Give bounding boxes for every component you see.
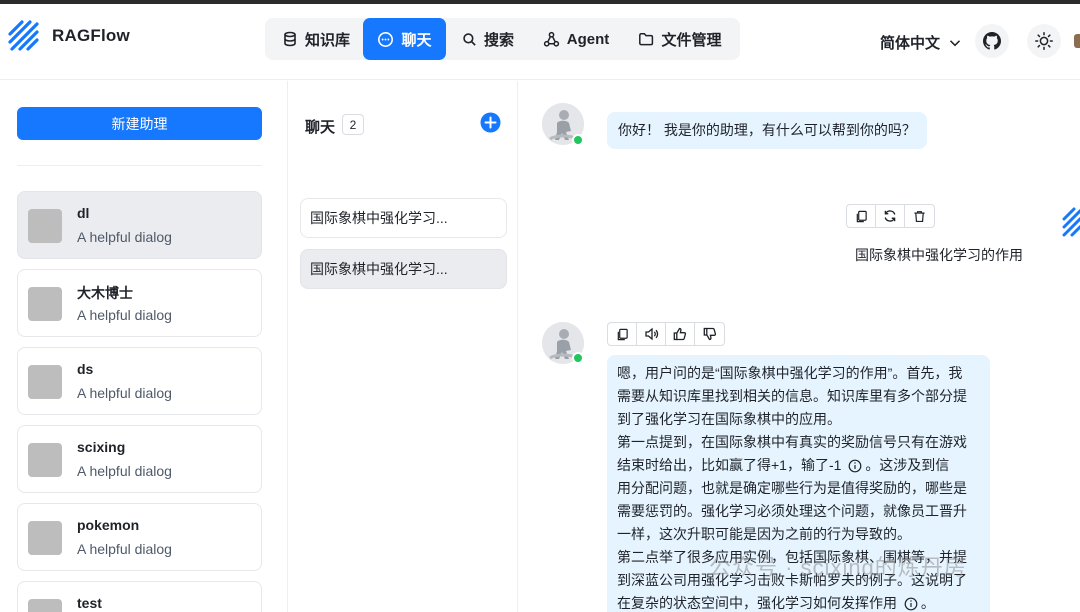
delete-button[interactable] (905, 205, 934, 227)
assistant-avatar (28, 365, 62, 399)
regenerate-button[interactable] (876, 205, 905, 227)
answer-line: 结束时给出，比如赢了得+1，输了-1 。这涉及到信 (617, 454, 980, 477)
assistant-card-ds[interactable]: ds A helpful dialog (17, 347, 262, 415)
nav-label: 聊天 (401, 31, 432, 49)
database-icon (284, 31, 296, 47)
conversation-item[interactable]: 国际象棋中强化学习... (300, 198, 507, 238)
assistant-card-scixing[interactable]: scixing A helpful dialog (17, 425, 262, 493)
refresh-icon (884, 210, 896, 222)
copy-icon (856, 210, 867, 222)
answer-line: 用分配问题，也就是确定哪些行为是值得奖励的，哪些是 (617, 480, 967, 496)
chevron-down-icon (949, 39, 961, 46)
assistant-card-dl[interactable]: dl A helpful dialog (17, 191, 262, 259)
copy-button[interactable] (847, 205, 876, 227)
assistant-avatar (28, 209, 62, 243)
assistant-avatar (28, 521, 62, 555)
thumbs-down-icon (703, 327, 716, 341)
assistant-name: pokemon (77, 517, 140, 533)
answer-line: 一样，这次升职可能是因为之前的行为导致的。 (617, 526, 911, 542)
nav-tab-search[interactable]: 搜索 (448, 18, 528, 60)
assistant-card-test[interactable]: test (17, 581, 262, 612)
citation-info-icon[interactable] (904, 597, 918, 611)
user-avatar[interactable] (1074, 34, 1080, 48)
answer-toolbar (607, 322, 725, 346)
citation-info-icon[interactable] (848, 459, 862, 473)
trash-icon (914, 210, 925, 222)
conversation-item[interactable]: 国际象棋中强化学习... (300, 249, 507, 289)
assistant-avatar (28, 443, 62, 477)
assistant-description: A helpful dialog (77, 385, 172, 401)
assistant-description: A helpful dialog (77, 541, 172, 557)
nav-tab-knowledge-base[interactable]: 知识库 (271, 18, 361, 60)
assistant-description: A helpful dialog (77, 463, 172, 479)
answer-line: 嗯，用户问的是“国际象棋中强化学习的作用”。首先，我 (617, 365, 963, 381)
github-icon (983, 32, 1001, 50)
divider (17, 165, 262, 166)
assistant-avatar (28, 287, 62, 321)
conversation-panel: 聊天 2 国际象棋中强化学习... 国际象棋中强化学习... (289, 81, 518, 612)
chat-area: 你好！ 我是你的助理，有什么可以帮到你的吗？ 国际象棋中强化学习的作用 嗯，用户… (519, 81, 1080, 612)
assistant-description: A helpful dialog (77, 229, 172, 245)
answer-line: 在复杂的状态空间中，强化学习如何发挥作用 。 (617, 592, 980, 612)
top-header: RAGFlow 知识库 聊天 搜索 Agent 文件管理 简体中文 (0, 4, 1080, 80)
sun-icon (1035, 32, 1053, 50)
new-assistant-button[interactable]: 新建助理 (17, 107, 262, 140)
copy-icon (617, 328, 628, 340)
assistant-avatar (28, 599, 62, 612)
nav-label: 文件管理 (661, 31, 722, 49)
folder-icon (639, 33, 654, 46)
nav-tab-agent[interactable]: Agent (530, 18, 622, 60)
ragflow-logo-icon (1062, 207, 1080, 237)
thumbs-up-button[interactable] (666, 323, 695, 345)
language-selector[interactable]: 简体中文 (880, 32, 962, 53)
speaker-icon (644, 327, 658, 341)
thumbs-up-icon (673, 327, 687, 341)
read-aloud-button[interactable] (637, 323, 666, 345)
answer-line: 第一点提到，在国际象棋中有真实的奖励信号只有在游戏 (617, 434, 967, 450)
assistant-name: 大木博士 (77, 285, 133, 301)
nav-label: Agent (566, 30, 610, 48)
answer-line-text: 。这涉及到信 (865, 457, 950, 473)
assistant-name: test (77, 595, 102, 611)
greeting-bubble: 你好！ 我是你的助理，有什么可以帮到你的吗？ (607, 112, 927, 149)
assistant-name: dl (77, 205, 90, 221)
add-conversation-icon[interactable] (480, 112, 501, 133)
search-icon (463, 32, 476, 46)
nav-tab-file-management[interactable]: 文件管理 (625, 18, 735, 60)
assistant-panel: 新建助理 dl A helpful dialog 大木博士 A helpful … (0, 81, 288, 612)
conversation-title: 聊天 (305, 119, 336, 136)
answer-line: 到了强化学习在国际象棋中的应用。 (617, 411, 841, 427)
conversation-count-badge: 2 (342, 114, 364, 135)
chat-icon (378, 31, 394, 47)
answer-line-text: 结束时给出，比如赢了得+1，输了-1 (617, 457, 846, 473)
theme-toggle-button[interactable] (1027, 24, 1061, 58)
online-status-dot (572, 134, 584, 146)
user-message-text: 国际象棋中强化学习的作用 (855, 247, 1023, 263)
online-status-dot (572, 352, 584, 364)
language-label: 简体中文 (880, 35, 941, 52)
answer-line-text: 在复杂的状态空间中，强化学习如何发挥作用 (617, 595, 901, 611)
copy-button[interactable] (608, 323, 637, 345)
main-nav: 知识库 聊天 搜索 Agent 文件管理 (265, 18, 740, 60)
answer-line: 需要从知识库里找到相关的信息。知识库里有多个部分提 (617, 388, 967, 404)
brand-name: RAGFlow (52, 26, 130, 45)
assistant-name: ds (77, 361, 94, 377)
ragflow-logo-icon (8, 20, 39, 51)
assistant-name: scixing (77, 439, 126, 455)
thumbs-down-button[interactable] (695, 323, 724, 345)
answer-line: 需要惩罚的。强化学习必须处理这个问题，就像员工晋升 (617, 503, 967, 519)
nav-label: 知识库 (304, 31, 350, 49)
answer-line-text: 。 (920, 595, 935, 611)
github-button[interactable] (975, 24, 1009, 58)
user-message-toolbar (846, 204, 935, 228)
assistant-card-damu[interactable]: 大木博士 A helpful dialog (17, 269, 262, 337)
assistant-card-pokemon[interactable]: pokemon A helpful dialog (17, 503, 262, 571)
agent-graph-icon (543, 31, 559, 47)
nav-label: 搜索 (483, 31, 514, 49)
nav-tab-chat[interactable]: 聊天 (363, 18, 446, 60)
assistant-description: A helpful dialog (77, 307, 172, 323)
watermark-text: 公众号 · scixing的炼丹房 (709, 555, 967, 580)
